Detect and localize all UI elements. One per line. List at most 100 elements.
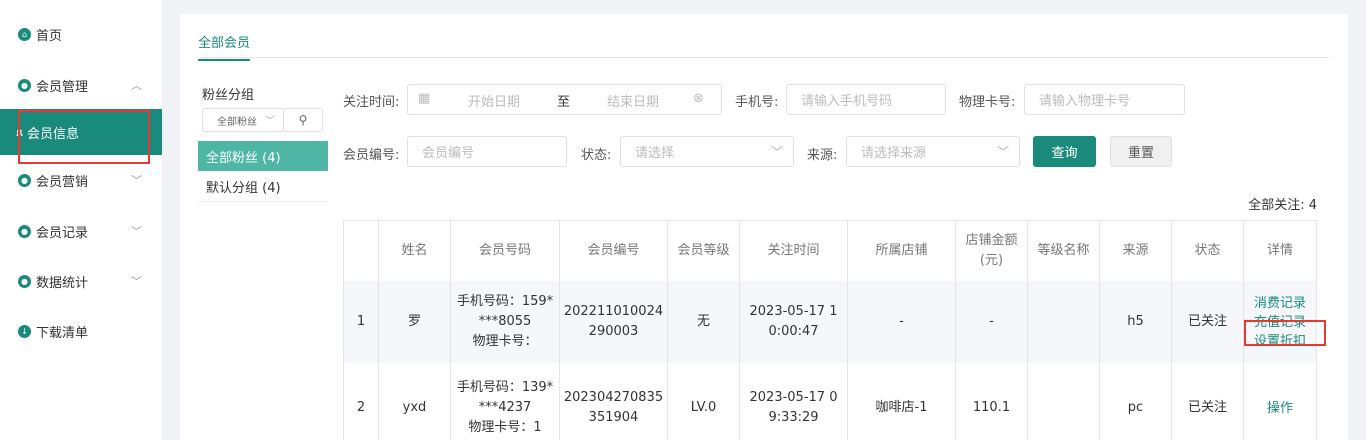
header-index [344,221,379,281]
home-icon: ⌂ [18,27,31,41]
row-source: h5 [1100,281,1172,363]
card-line: 物理卡号： [472,334,538,349]
table-row: 1 罗 手机号码：159* ***8055 物理卡号： 202211010024… [343,281,1317,364]
nav-downloads[interactable]: ↓ 下载清单 [0,309,162,353]
row-member-number: 202211010024 290003 [560,281,668,363]
records-icon: ● [18,224,31,238]
header-member-level: 会员等级 [668,221,740,281]
row-phone: 手机号码：139* ***4237 物理卡号：1 [451,363,560,440]
header-details: 详情 [1266,243,1293,258]
chevron-down-icon: ﹀ [131,174,142,187]
card-line: 物理卡号：1 [468,420,542,435]
calendar-icon: ▦ [418,91,431,106]
nav-label: 下载清单 [36,325,89,341]
phone-line: 手机号码：159* [456,294,554,309]
total-followers: 全部关注: 4 [1248,198,1317,213]
row-store: 咖啡店-1 [848,363,956,440]
start-date-input[interactable]: 开始日期 [468,91,520,110]
group-select-value: 全部粉丝 [217,116,257,128]
consumption-records-link[interactable]: 消费记录 [1254,294,1306,313]
range-separator: 至 [557,95,571,110]
row-status: 已关注 [1172,281,1244,363]
chevron-down-icon: ﹀ [131,275,142,288]
nav-label: 会员记录 [36,225,89,241]
table-row: 2 yxd 手机号码：139* ***4237 物理卡号：1 202304270… [343,363,1317,440]
row-index: 1 [344,281,379,363]
time-line: 2023-05-17 1 [749,304,838,319]
query-button[interactable]: 查询 [1033,136,1096,167]
row-follow-time: 2023-05-17 0 9:33:29 [740,363,848,440]
row-name: 罗 [379,281,451,363]
nav-label: 会员营销 [36,174,89,190]
group-item-default[interactable]: 默认分组 (4) [198,172,328,202]
row-actions: 操作 [1244,363,1316,440]
member-icon: ● [18,78,31,92]
member-number-input[interactable]: 会员编号 [407,136,567,167]
header-store-amount-line1: 店铺金额 [965,233,1018,248]
marketing-icon: ● [18,173,31,187]
header-name: 姓名 [379,221,451,281]
card-number-input[interactable]: 请输入物理卡号 [1024,84,1185,115]
operate-link[interactable]: 操作 [1267,399,1293,418]
nav-statistics[interactable]: ● 数据统计 ﹀ [0,259,162,303]
row-level-name [1028,281,1100,363]
source-select[interactable]: 请选择来源 ﹀ [846,136,1020,167]
highlight-box [18,110,150,164]
tab-bar: 全部会员 [198,14,1329,61]
time-line: 0:00:47 [768,324,819,339]
statistics-icon: ● [18,274,31,288]
nav-member-management[interactable]: ● 会员管理 ︿ [0,63,162,107]
row-store: - [848,281,956,363]
group-item-all[interactable]: 全部粉丝 (4) [198,141,328,171]
table-header: 姓名 会员号码 会员编号 会员等级 关注时间 所属店铺 店铺金额 (元) 等级名… [343,220,1317,282]
status-select[interactable]: 请选择 ﹀ [620,136,794,167]
search-icon: ⚲ [298,113,308,127]
nav-label: 会员管理 [36,79,89,95]
row-phone: 手机号码：159* ***8055 物理卡号： [451,281,560,363]
nav-member-marketing[interactable]: ● 会员营销 ﹀ [0,158,162,202]
member-number-line: 351904 [588,410,639,425]
row-follow-time: 2023-05-17 1 0:00:47 [740,281,848,363]
phone-line: ***8055 [478,314,532,329]
member-number-line: 290003 [588,324,639,339]
source-label: 来源: [807,148,838,163]
status-label: 状态: [581,148,612,163]
reset-button[interactable]: 重置 [1110,136,1172,167]
header-member-number: 会员编号 [560,221,668,281]
phone-line: ***4237 [478,400,532,415]
chevron-up-icon: ︿ [131,79,142,92]
phone-label: 手机号: [735,95,779,110]
row-status: 已关注 [1172,363,1244,440]
highlight-box [1244,320,1326,346]
status-select-placeholder: 请选择 [635,146,675,161]
row-source: pc [1100,363,1172,440]
header-status: 状态 [1172,221,1244,281]
follow-time-label: 关注时间: [343,95,400,110]
member-number-label: 会员编号: [343,148,400,163]
chevron-down-icon: ﹀ [265,116,275,127]
download-icon: ↓ [18,324,31,338]
nav-member-records[interactable]: ● 会员记录 ﹀ [0,209,162,253]
header-level-name: 等级名称 [1028,221,1100,281]
header-store-amount: 店铺金额 (元) [956,221,1028,281]
source-select-placeholder: 请选择来源 [861,146,927,161]
member-number-line: 202304270835 [563,390,664,405]
nav-home[interactable]: ⌂ 首页 [0,12,162,56]
header-source: 来源 [1100,221,1172,281]
phone-input[interactable]: 请输入手机号码 [786,84,946,115]
nav-label: 首页 [36,28,63,44]
group-select[interactable]: 全部粉丝 ﹀ [202,108,284,132]
header-store-amount-line2: (元) [979,253,1004,268]
row-level: 无 [668,281,740,363]
clear-icon[interactable]: ⊗ [693,91,704,106]
row-index: 2 [344,363,379,440]
group-search-button[interactable]: ⚲ [283,108,323,132]
row-amount: - [956,281,1028,363]
date-range-picker[interactable]: ▦ 开始日期 至 结束日期 ⊗ [407,84,722,115]
tab-all-members[interactable]: 全部会员 [198,32,251,61]
row-amount: 110.1 [956,363,1028,440]
row-level: LV.0 [668,363,740,440]
row-member-number: 202304270835 351904 [560,363,668,440]
end-date-input[interactable]: 结束日期 [607,91,659,110]
member-number-line: 202211010024 [563,304,664,319]
